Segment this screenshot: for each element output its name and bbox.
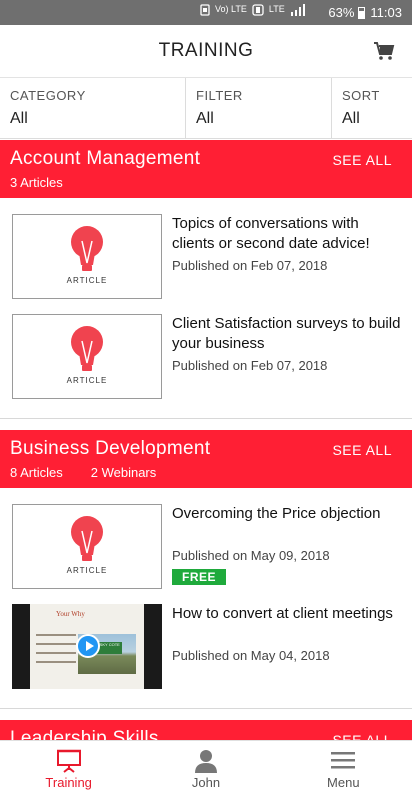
- section-divider: [0, 418, 412, 419]
- filter-value: All: [196, 110, 214, 127]
- article-count: 8 Articles: [10, 465, 63, 480]
- list-item[interactable]: ARTICLE Client Satisfaction surveys to b…: [12, 314, 402, 399]
- battery-percent: 63%: [328, 5, 355, 20]
- see-all-button[interactable]: SEE ALL: [332, 442, 392, 458]
- category-dropdown[interactable]: CATEGORY All: [0, 78, 186, 138]
- battery-icon: [358, 6, 366, 19]
- article-thumbnail: ARTICLE: [12, 504, 162, 589]
- thumbnail-label: ARTICLE: [66, 566, 108, 575]
- nav-label: Menu: [327, 775, 360, 790]
- training-icon: [56, 749, 81, 773]
- item-date: Published on Feb 07, 2018: [172, 358, 328, 373]
- lightbulb-icon: [71, 226, 103, 271]
- sort-dropdown[interactable]: SORT All: [332, 78, 412, 138]
- data-saver-icon: [252, 4, 264, 18]
- notification-icon: [200, 4, 210, 18]
- list-item[interactable]: Your Why LIST SKY COTE How to convert at…: [12, 604, 402, 689]
- nav-profile[interactable]: John: [137, 741, 274, 800]
- category-label: CATEGORY: [10, 88, 86, 103]
- video-slide-title: Your Why: [56, 610, 85, 618]
- thumbnail-label: ARTICLE: [66, 376, 108, 385]
- slide-bullets: [36, 634, 76, 670]
- sort-label: SORT: [342, 88, 380, 103]
- section-header-account-management: Account Management 3 Articles SEE ALL: [0, 140, 412, 198]
- item-title[interactable]: Client Satisfaction surveys to build you…: [172, 314, 402, 354]
- lightbulb-icon: [71, 516, 103, 561]
- filter-label: FILTER: [196, 88, 243, 103]
- volte-icon: Vo) LTE: [215, 4, 247, 14]
- article-thumbnail: ARTICLE: [12, 214, 162, 299]
- nav-label: Training: [45, 775, 92, 790]
- lte-signal-icon: LTE: [268, 4, 285, 14]
- clock: 11:03: [370, 5, 402, 20]
- webinar-count: 2 Webinars: [90, 465, 157, 480]
- page-title: TRAINING: [158, 40, 254, 61]
- play-icon[interactable]: [76, 634, 100, 658]
- thumbnail-label: ARTICLE: [66, 276, 108, 285]
- item-date: Published on May 04, 2018: [172, 648, 330, 663]
- webinar-thumbnail[interactable]: Your Why LIST SKY COTE: [12, 604, 162, 689]
- filter-bar: CATEGORY All FILTER All SORT All: [0, 78, 412, 139]
- item-date: Published on Feb 07, 2018: [172, 258, 328, 273]
- section-header-business-development: Business Development 8 Articles 2 Webina…: [0, 430, 412, 488]
- status-bar: Vo) LTE LTE 63% 11:03: [0, 0, 412, 25]
- article-count: 3 Articles: [10, 175, 63, 190]
- app-header: TRAINING: [0, 25, 412, 78]
- lightbulb-icon: [71, 326, 103, 371]
- hamburger-menu-icon: [331, 752, 356, 769]
- free-badge: FREE: [172, 569, 227, 585]
- category-value: All: [10, 110, 28, 127]
- cart-icon[interactable]: [373, 41, 395, 61]
- nav-menu[interactable]: Menu: [275, 741, 412, 800]
- filter-dropdown[interactable]: FILTER All: [186, 78, 332, 138]
- list-item[interactable]: ARTICLE Topics of conversations with cli…: [12, 214, 402, 299]
- item-title[interactable]: Topics of conversations with clients or …: [172, 214, 402, 254]
- list-item[interactable]: ARTICLE Overcoming the Price objection P…: [12, 504, 402, 590]
- nav-label: John: [191, 775, 221, 790]
- section-counts: 3 Articles: [10, 175, 402, 190]
- sort-value: All: [342, 110, 360, 127]
- see-all-button[interactable]: SEE ALL: [332, 152, 392, 168]
- section-counts: 8 Articles 2 Webinars: [10, 465, 402, 480]
- person-icon: [194, 750, 217, 773]
- item-title[interactable]: Overcoming the Price objection: [172, 504, 402, 524]
- status-icons: Vo) LTE LTE: [200, 4, 308, 18]
- nav-training[interactable]: Training: [0, 741, 137, 800]
- article-thumbnail: ARTICLE: [12, 314, 162, 399]
- item-date: Published on May 09, 2018: [172, 548, 330, 563]
- bottom-navigation: Training John Menu: [0, 740, 412, 800]
- section-divider: [0, 708, 412, 709]
- item-title[interactable]: How to convert at client meetings: [172, 604, 402, 624]
- signal-icon: [290, 4, 308, 18]
